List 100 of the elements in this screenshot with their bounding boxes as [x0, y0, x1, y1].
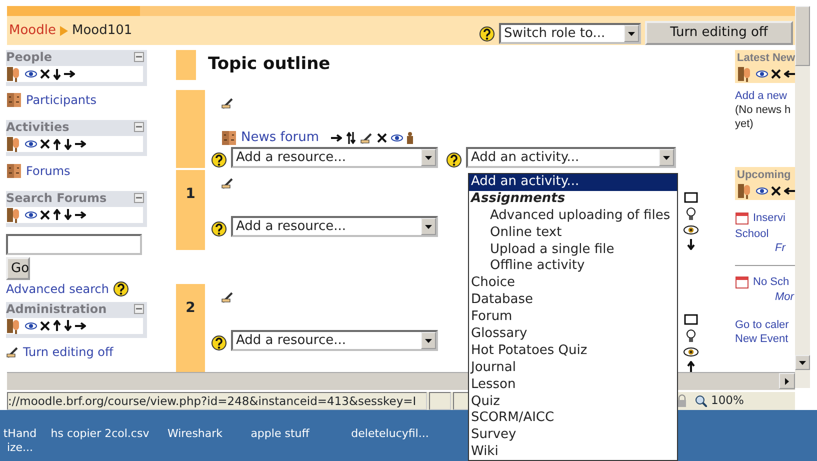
block-link[interactable]: Forums — [26, 162, 70, 180]
help-icon[interactable] — [112, 281, 129, 298]
desktop-icon-label[interactable]: hs copier 2col.csv — [50, 410, 150, 461]
dropdown-option[interactable]: SCORM/AICC — [469, 410, 677, 428]
dropdown-option[interactable]: Lesson — [469, 376, 677, 394]
role-select[interactable]: Switch role to... — [499, 23, 641, 44]
up-arrow-icon[interactable] — [687, 361, 695, 372]
desktop-icon-label[interactable]: Wireshark — [160, 410, 230, 461]
advanced-search-link[interactable]: Advanced search — [6, 280, 109, 298]
help-icon[interactable] — [211, 152, 227, 168]
close-icon[interactable] — [771, 186, 781, 196]
collapse-icon[interactable] — [134, 304, 144, 314]
dropdown-option[interactable]: Forum — [469, 309, 677, 326]
eye-icon[interactable] — [25, 210, 37, 219]
vertical-scrollbar[interactable] — [795, 6, 810, 388]
dropdown-option[interactable]: Offline activity — [469, 258, 677, 276]
dropdown-arrow-icon[interactable] — [628, 32, 635, 36]
dropdown-option[interactable]: Add an activity... — [469, 174, 677, 191]
people-icon[interactable] — [6, 66, 22, 82]
square-icon[interactable] — [684, 192, 698, 203]
scroll-down-button[interactable] — [795, 355, 810, 370]
dropdown-option[interactable]: Hot Potatoes Quiz — [469, 342, 677, 360]
lightbulb-icon[interactable] — [686, 207, 696, 221]
eye-icon[interactable] — [25, 70, 37, 78]
news-link[interactable]: School — [735, 226, 795, 240]
news-link[interactable]: New Event — [735, 332, 795, 346]
dropdown-option[interactable]: Choice — [469, 275, 677, 292]
desktop-icon-label[interactable]: apple stuff — [240, 410, 320, 461]
down-arrow-icon[interactable] — [64, 209, 72, 220]
help-icon[interactable] — [211, 334, 227, 350]
dropdown-option[interactable]: Survey — [469, 427, 677, 444]
news-link[interactable]: Add a new — [735, 89, 795, 103]
go-button[interactable]: Go — [6, 256, 30, 280]
down-arrow-icon[interactable] — [64, 320, 72, 332]
dropdown-option[interactable]: Journal — [469, 360, 677, 377]
right-arrow-icon[interactable] — [75, 140, 86, 148]
dropdown-option[interactable]: Glossary — [469, 326, 677, 343]
pencil-icon[interactable] — [221, 291, 234, 303]
dropdown-option[interactable]: Assignments — [469, 190, 677, 208]
left-arrow-icon[interactable] — [784, 187, 795, 195]
up-arrow-icon[interactable] — [53, 138, 61, 150]
eye-icon[interactable] — [683, 347, 699, 357]
calendar-link[interactable]: Go to caler — [735, 318, 795, 332]
people-icon[interactable] — [6, 136, 22, 152]
resource-select[interactable]: Add a resource... — [231, 330, 438, 351]
people-icon[interactable] — [6, 206, 22, 223]
close-icon[interactable] — [40, 69, 50, 80]
breadcrumb-link[interactable]: Moodle — [9, 20, 56, 40]
down-arrow-icon[interactable] — [53, 68, 61, 80]
dropdown-arrow-icon[interactable] — [425, 224, 432, 228]
turn-editing-button[interactable]: Turn editing off — [645, 20, 793, 44]
help-icon[interactable] — [479, 26, 495, 42]
close-icon[interactable] — [40, 320, 50, 331]
dropdown-option[interactable]: Online text — [469, 224, 677, 242]
block-link[interactable]: Participants — [26, 91, 96, 110]
activity-select[interactable]: Add an activity... — [466, 147, 676, 168]
collapse-icon[interactable] — [134, 192, 144, 203]
scrollbar-thumb[interactable] — [795, 6, 810, 66]
people-icon[interactable] — [737, 183, 753, 199]
block-link[interactable]: Turn editing off — [23, 343, 114, 362]
square-icon[interactable] — [684, 314, 698, 325]
resource-select[interactable]: Add a resource... — [231, 216, 438, 237]
right-arrow-icon[interactable] — [331, 134, 342, 142]
collapse-icon[interactable] — [134, 122, 144, 132]
person-icon[interactable] — [407, 132, 414, 144]
help-icon[interactable] — [446, 152, 462, 168]
dropdown-arrow-icon[interactable] — [425, 338, 432, 342]
dropdown-arrow-icon[interactable] — [663, 156, 670, 160]
people-icon[interactable] — [737, 66, 753, 82]
eye-icon[interactable] — [756, 187, 768, 195]
eye-icon[interactable] — [756, 70, 768, 78]
pencil-icon[interactable] — [221, 177, 234, 189]
pencil-icon[interactable] — [360, 132, 374, 144]
close-icon[interactable] — [40, 210, 50, 220]
help-icon[interactable] — [211, 220, 227, 236]
dropdown-option[interactable]: Wiki — [469, 444, 677, 461]
resource-select[interactable]: Add a resource... — [231, 147, 438, 168]
dropdown-arrow-icon[interactable] — [425, 156, 432, 160]
right-arrow-icon[interactable] — [75, 322, 86, 330]
down-arrow-icon[interactable] — [687, 239, 695, 250]
scroll-right-button[interactable] — [779, 373, 795, 389]
right-arrow-icon[interactable] — [75, 210, 86, 219]
move-icon[interactable] — [346, 132, 356, 144]
zoom-control[interactable]: 100% — [691, 392, 791, 410]
up-arrow-icon[interactable] — [53, 209, 61, 220]
desktop-icon-label[interactable]: tHand ize... — [0, 410, 40, 461]
dropdown-option[interactable]: Database — [469, 292, 677, 310]
dropdown-option[interactable]: Quiz — [469, 394, 677, 410]
close-icon[interactable] — [771, 69, 781, 79]
pencil-icon[interactable] — [221, 97, 234, 109]
activity-link[interactable]: News forum — [241, 128, 320, 148]
right-arrow-icon[interactable] — [64, 70, 75, 78]
dropdown-option[interactable]: Upload a single file — [469, 242, 677, 258]
up-arrow-icon[interactable] — [53, 320, 61, 332]
eye-icon[interactable] — [683, 225, 699, 235]
close-icon[interactable] — [40, 139, 50, 150]
event-link[interactable]: Inservi — [753, 210, 786, 226]
dropdown-option[interactable]: Advanced uploading of files — [469, 208, 677, 225]
down-arrow-icon[interactable] — [64, 138, 72, 150]
lightbulb-icon[interactable] — [686, 329, 696, 343]
